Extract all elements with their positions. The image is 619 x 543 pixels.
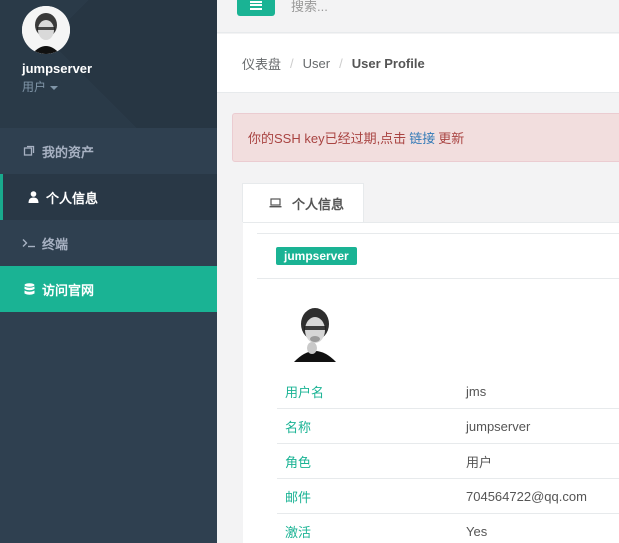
profile-field-row: 角色 用户	[277, 444, 619, 479]
sidebar-item-terminal[interactable]: 终端	[0, 220, 217, 266]
field-value: Yes	[466, 524, 488, 539]
profile-username[interactable]: jumpserver	[22, 61, 92, 76]
hamburger-icon	[250, 0, 262, 10]
sidebar-item-official-site[interactable]: 访问官网	[0, 266, 217, 312]
breadcrumb-separator: /	[339, 55, 343, 71]
breadcrumb-dashboard[interactable]: 仪表盘	[242, 54, 281, 73]
search-input[interactable]	[291, 0, 591, 14]
database-icon	[22, 282, 36, 296]
alert-text-suffix: 更新	[438, 131, 465, 146]
field-value: 用户	[466, 454, 493, 470]
profile-role-dropdown[interactable]: 用户	[22, 78, 59, 95]
user-icon	[26, 191, 40, 203]
field-label: 名称	[285, 419, 312, 435]
field-label: 邮件	[285, 489, 312, 505]
sidebar: jumpserver 用户 我的资产 个人信息 终端 访问官网	[0, 0, 217, 543]
avatar[interactable]	[22, 6, 70, 54]
caret-down-icon	[50, 85, 59, 90]
field-value: 704564722@qq.com	[466, 488, 587, 504]
profile-header: jumpserver 用户	[0, 0, 217, 128]
breadcrumb-separator: /	[290, 55, 294, 71]
field-value: jms	[466, 383, 487, 399]
sidebar-item-assets[interactable]: 我的资产	[0, 128, 217, 174]
profile-field-row: 用户名 jms	[277, 374, 619, 409]
field-label: 激活	[285, 525, 312, 540]
profile-avatar	[290, 302, 340, 362]
profile-role-label: 用户	[22, 80, 47, 94]
sidebar-item-profile[interactable]: 个人信息	[0, 174, 217, 220]
alert-text-prefix: 你的SSH key已经过期,点击	[248, 131, 407, 146]
divider	[257, 278, 619, 279]
alert-update-link[interactable]: 链接	[409, 128, 435, 147]
profile-field-row: 名称 jumpserver	[277, 409, 619, 444]
breadcrumb-current: User Profile	[351, 55, 425, 71]
breadcrumb: 仪表盘 / User / User Profile	[217, 34, 619, 93]
terminal-icon	[22, 238, 36, 248]
ssh-key-expired-alert: 你的SSH key已经过期,点击 链接 更新	[232, 113, 619, 162]
field-value: jumpserver	[466, 418, 531, 434]
profile-field-row: 邮件 704564722@qq.com	[277, 479, 619, 514]
laptop-icon	[269, 198, 282, 208]
assets-icon	[22, 145, 36, 157]
username-badge: jumpserver	[276, 247, 357, 265]
field-label: 角色	[285, 454, 312, 470]
sidebar-item-label: 访问官网	[42, 282, 95, 298]
top-navbar	[217, 0, 619, 33]
sidebar-item-label: 我的资产	[42, 144, 95, 160]
sidebar-item-label: 个人信息	[46, 190, 99, 206]
sidebar-item-label: 终端	[42, 236, 69, 252]
tab-label: 个人信息	[292, 196, 345, 212]
tab-profile[interactable]: 个人信息	[242, 183, 364, 222]
profile-field-row: 激活 Yes	[277, 514, 619, 543]
field-label: 用户名	[285, 384, 325, 400]
breadcrumb-user[interactable]: User	[303, 56, 330, 71]
menu-toggle-button[interactable]	[237, 0, 275, 16]
